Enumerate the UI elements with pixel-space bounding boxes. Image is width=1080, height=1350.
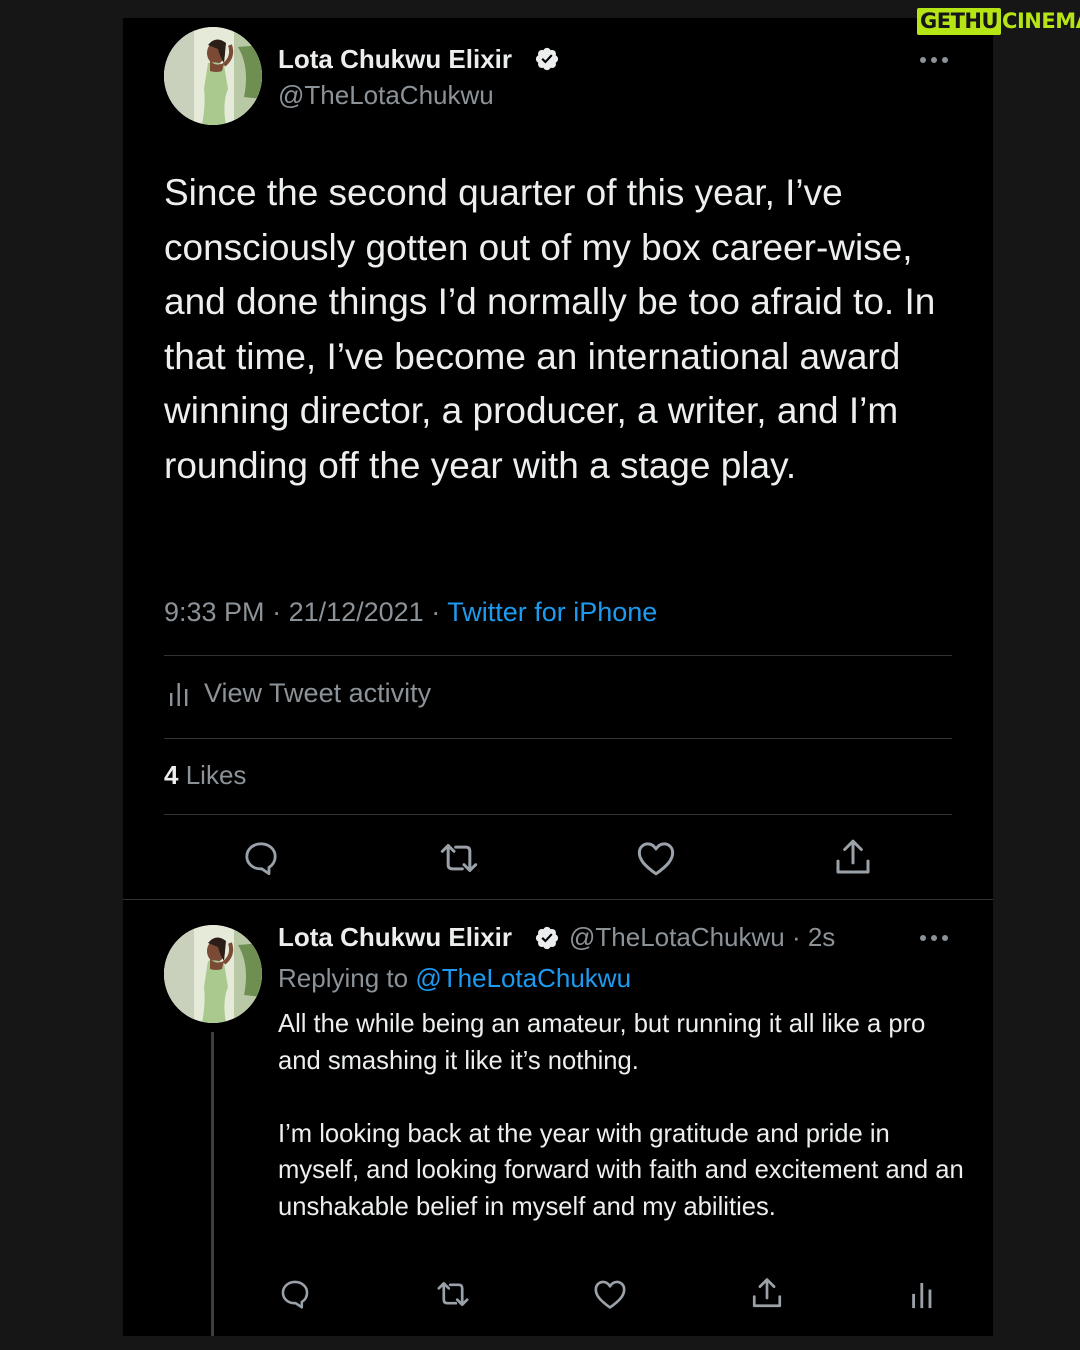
reply-author-handle-time[interactable]: @TheLotaChukwu · 2s [569,922,835,953]
divider [164,814,952,815]
retweet-icon[interactable] [437,838,481,878]
watermark-logo: GETHUCINEMA [917,8,1080,35]
analytics-icon[interactable] [910,1280,934,1310]
likes-count[interactable]: 4 Likes [164,760,246,791]
reply-icon[interactable] [241,838,281,878]
thread-line [211,1032,214,1336]
tweet-meta: 9:33 PM · 21/12/2021 · Twitter for iPhon… [164,597,658,627]
more-icon[interactable] [918,54,950,66]
likes-number: 4 [164,760,179,790]
view-tweet-activity[interactable]: View Tweet activity [168,678,431,709]
tweet-date[interactable]: 21/12/2021 [289,597,424,627]
divider [164,655,952,656]
avatar[interactable] [164,27,262,125]
share-icon[interactable] [833,836,873,878]
like-icon[interactable] [593,1278,627,1310]
reply-icon[interactable] [278,1277,312,1311]
reply-paragraph: I’m looking back at the year with gratit… [278,1119,964,1221]
more-icon[interactable] [918,932,950,944]
divider [164,738,952,739]
tweet-text: Since the second quarter of this year, I… [164,172,936,486]
verified-icon [535,926,559,950]
reply-paragraph: All the while being an amateur, but runn… [278,1010,926,1075]
reply-text: All the while being an amateur, but runn… [278,1006,968,1225]
tweet-source-link[interactable]: Twitter for iPhone [447,597,657,627]
replying-to: Replying to @TheLotaChukwu [278,963,632,993]
like-icon[interactable] [636,839,676,877]
author-name[interactable]: Lota Chukwu Elixir [278,44,512,75]
retweet-icon[interactable] [434,1277,472,1311]
share-icon[interactable] [750,1275,784,1311]
likes-label: Likes [185,760,247,790]
verified-icon [535,47,559,71]
view-tweet-activity-label: View Tweet activity [204,678,432,708]
author-handle[interactable]: @TheLotaChukwu [278,80,494,111]
tweet-time: 9:33 PM [164,597,265,627]
analytics-icon [170,682,188,706]
divider [123,899,993,900]
replying-to-mention[interactable]: @TheLotaChukwu [415,963,631,993]
reply-author-name[interactable]: Lota Chukwu Elixir [278,922,512,953]
reply-avatar[interactable] [164,925,262,1023]
